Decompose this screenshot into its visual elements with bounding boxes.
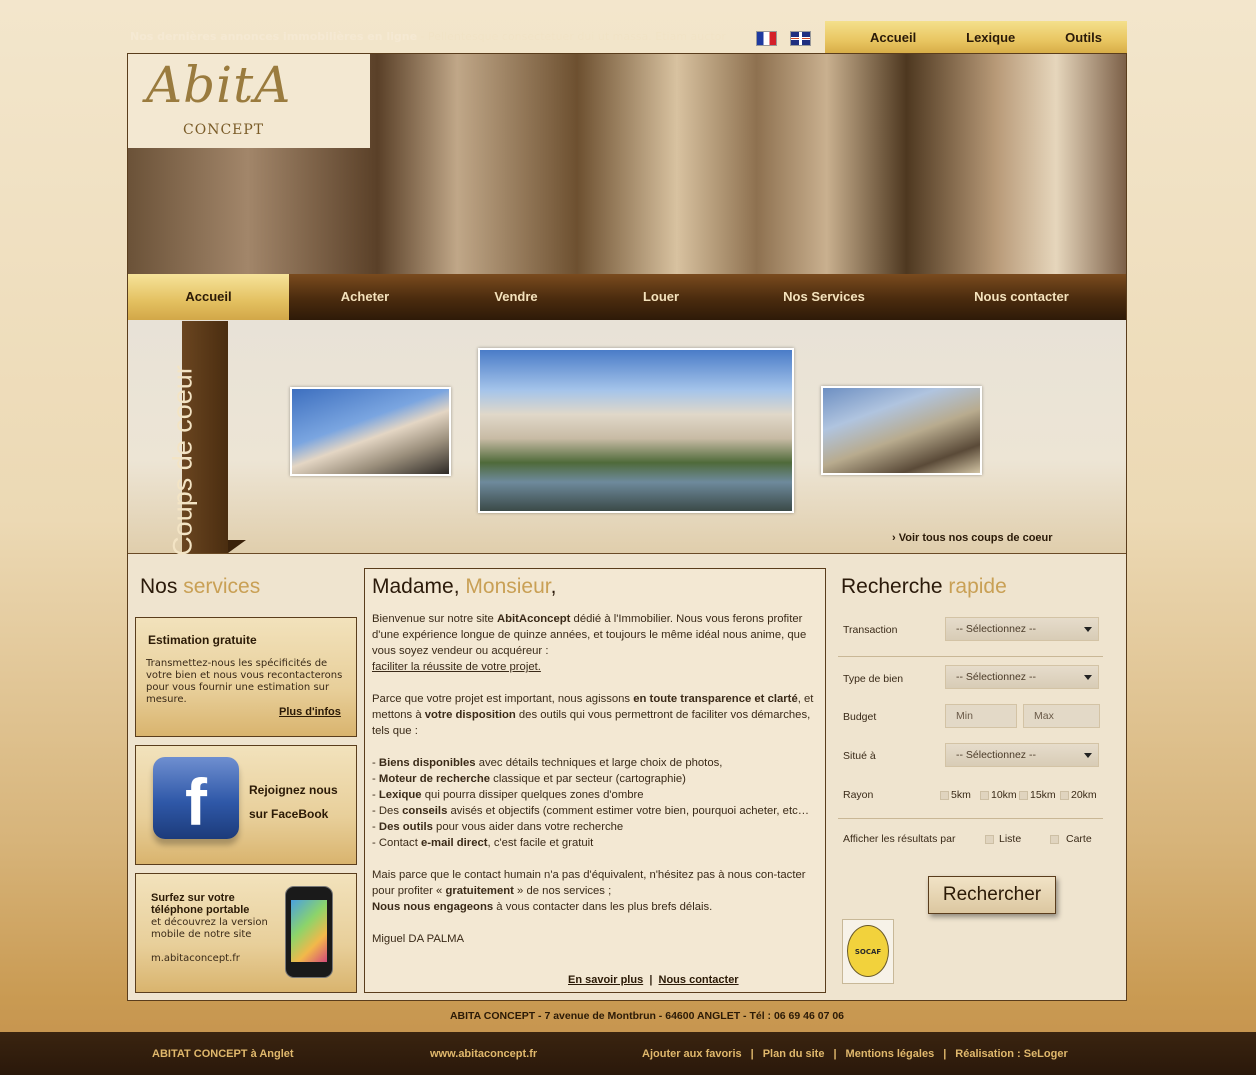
situe-select[interactable]: -- Sélectionnez -- <box>945 743 1099 767</box>
french-flag-icon[interactable] <box>756 31 777 46</box>
top-menu-lexique[interactable]: Lexique <box>966 30 1015 45</box>
rayon-15km-label: 15km <box>1030 789 1056 801</box>
english-flag-icon[interactable] <box>790 31 811 46</box>
rayon-20km-checkbox[interactable] <box>1060 791 1069 800</box>
coups-de-coeur-title: Coups de coeur <box>167 365 198 556</box>
facebook-icon[interactable]: f <box>153 757 239 839</box>
plan-du-site-link[interactable]: Plan du site <box>763 1048 825 1060</box>
logo-name: AbitA <box>146 56 292 114</box>
list-item: - Lexique qui pourra dissiper quelques z… <box>372 789 644 801</box>
type-bien-label: Type de bien <box>843 673 904 685</box>
facebook-text[interactable]: Rejoignez nous sur FaceBook <box>249 778 349 826</box>
ribbon-fold <box>228 540 246 553</box>
nav-acheter[interactable]: Acheter <box>289 274 441 320</box>
logo-subtitle: CONCEPT <box>183 122 265 138</box>
rayon-5km-checkbox[interactable] <box>940 791 949 800</box>
realisation-link[interactable]: Réalisation : SeLoger <box>955 1048 1067 1060</box>
afficher-label: Afficher les résultats par <box>843 833 956 845</box>
rayon-15km-checkbox[interactable] <box>1019 791 1028 800</box>
welcome-title: Madame, Monsieur, <box>372 575 557 598</box>
ticker-text: - Pellentesque consectetuer dui ut massa… <box>417 30 730 43</box>
mentions-legales-link[interactable]: Mentions légales <box>846 1048 935 1060</box>
top-menu: Accueil Lexique Outils <box>825 21 1127 53</box>
nav-nous-contacter[interactable]: Nous contacter <box>917 274 1126 320</box>
type-bien-select[interactable]: -- Sélectionnez -- <box>945 665 1099 689</box>
estimation-title: Estimation gratuite <box>148 633 257 647</box>
transaction-label: Transaction <box>843 624 898 636</box>
en-savoir-plus-link[interactable]: En savoir plus <box>568 974 643 986</box>
carte-label: Carte <box>1066 833 1092 845</box>
footer-company[interactable]: ABITAT CONCEPT à Anglet <box>152 1048 294 1060</box>
budget-label: Budget <box>843 711 877 723</box>
welcome-links: En savoir plus | Nous contacter <box>568 974 739 986</box>
news-ticker[interactable]: Nos dernières annonces immobilières en l… <box>130 30 730 43</box>
list-item: - Moteur de recherche classique et par s… <box>372 773 686 785</box>
top-menu-accueil[interactable]: Accueil <box>870 30 916 45</box>
rayon-20km-label: 20km <box>1071 789 1097 801</box>
divider <box>838 818 1103 819</box>
transaction-select[interactable]: -- Sélectionnez -- <box>945 617 1099 641</box>
nous-contacter-link[interactable]: Nous contacter <box>659 974 739 986</box>
services-title: Nos services <box>140 575 261 598</box>
budget-max-input[interactable]: Max <box>1023 704 1100 728</box>
rayon-10km-checkbox[interactable] <box>980 791 989 800</box>
main-nav: Accueil Acheter Vendre Louer Nos Service… <box>128 274 1126 320</box>
signature: Miguel DA PALMA <box>372 933 465 945</box>
liste-label: Liste <box>999 833 1022 845</box>
plus-infos-link[interactable]: Plus d'infos <box>279 706 341 718</box>
divider <box>838 656 1103 657</box>
liste-checkbox[interactable] <box>985 835 994 844</box>
socaf-badge: SOCAF <box>847 925 889 977</box>
mobile-title: Surfez sur votre téléphone portable <box>151 892 250 916</box>
faciliter-link[interactable]: faciliter la réussite de votre projet. <box>372 661 541 673</box>
nav-nos-services[interactable]: Nos Services <box>731 274 917 320</box>
nav-accueil[interactable]: Accueil <box>128 274 289 320</box>
nav-vendre[interactable]: Vendre <box>441 274 591 320</box>
budget-min-input[interactable]: Min <box>945 704 1017 728</box>
rechercher-button[interactable]: Rechercher <box>928 876 1056 914</box>
nav-louer[interactable]: Louer <box>591 274 731 320</box>
rayon-5km-label: 5km <box>951 789 971 801</box>
list-item: - Des outils pour vous aider dans votre … <box>372 821 624 833</box>
search-title: Recherche rapide <box>841 575 1007 598</box>
coeur-thumbnail-3[interactable] <box>821 386 982 475</box>
footer-url[interactable]: www.abitaconcept.fr <box>430 1048 537 1060</box>
mobile-url[interactable]: m.abitaconcept.fr <box>151 953 240 964</box>
welcome-text: Bienvenue sur notre site AbitAconcept dé… <box>372 611 824 963</box>
ajouter-favoris-link[interactable]: Ajouter aux favoris <box>642 1048 742 1060</box>
company-address: ABITA CONCEPT - 7 avenue de Montbrun - 6… <box>449 1010 845 1022</box>
features-list: - Biens disponibles avec détails techniq… <box>372 755 824 851</box>
voir-tous-coups-de-coeur-link[interactable]: › Voir tous nos coups de coeur <box>892 532 1053 544</box>
coeur-thumbnail-1[interactable] <box>290 387 451 476</box>
ticker-title: Nos dernières annonces immobilières en l… <box>130 30 418 43</box>
situe-label: Situé à <box>843 750 876 762</box>
smartphone-screen <box>291 900 327 962</box>
list-item: - Biens disponibles avec détails techniq… <box>372 757 723 769</box>
list-item: - Contact e-mail direct, c'est facile et… <box>372 837 594 849</box>
list-item: - Des conseils avisés et objectifs (comm… <box>372 805 810 817</box>
mobile-text: et découvrez la version mobile de notre … <box>151 917 268 940</box>
footer-links: Ajouter aux favoris | Plan du site | Mention… <box>642 1048 1068 1060</box>
rayon-10km-label: 10km <box>991 789 1017 801</box>
rayon-label: Rayon <box>843 789 874 801</box>
top-menu-outils[interactable]: Outils <box>1065 30 1102 45</box>
coeur-thumbnail-featured[interactable] <box>478 348 794 513</box>
estimation-text: Transmettez-nous les spécificités de vot… <box>146 658 343 705</box>
carte-checkbox[interactable] <box>1050 835 1059 844</box>
